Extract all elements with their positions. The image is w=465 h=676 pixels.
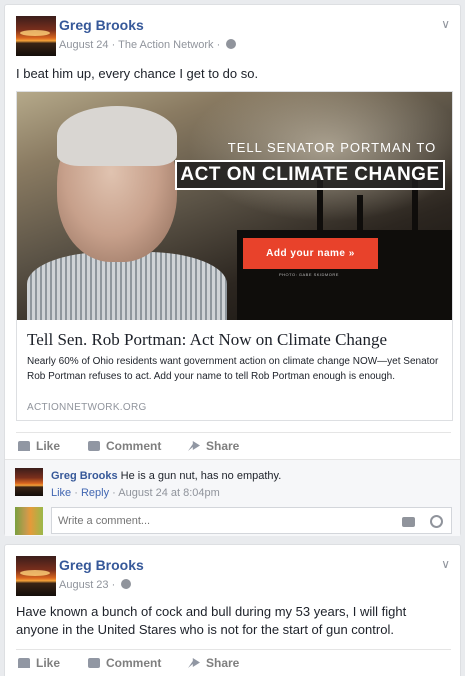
link-domain: ACTIONNETWORK.ORG bbox=[27, 402, 147, 413]
comment-button[interactable]: Comment bbox=[88, 439, 161, 453]
post-meta: August 24 · The Action Network · bbox=[59, 39, 237, 51]
like-button[interactable]: Like bbox=[18, 439, 60, 453]
comment-body: Greg Brooks He is a gun nut, has no empat… bbox=[51, 470, 281, 482]
camera-icon[interactable] bbox=[402, 517, 415, 527]
link-title[interactable]: Tell Sen. Rob Portman: Act Now on Climat… bbox=[27, 330, 387, 350]
like-button[interactable]: Like bbox=[18, 656, 60, 670]
thumbs-up-icon bbox=[18, 441, 30, 451]
author-avatar[interactable] bbox=[16, 16, 56, 56]
speech-bubble-icon bbox=[88, 441, 100, 451]
post-text: Have known a bunch of cock and bull duri… bbox=[16, 604, 407, 637]
banner-title: TELL SENATOR PORTMAN TO bbox=[227, 140, 437, 155]
chevron-down-icon[interactable]: ∨ bbox=[441, 557, 450, 571]
post-date[interactable]: August 24 bbox=[59, 39, 109, 51]
globe-icon bbox=[121, 579, 132, 589]
feed-post: Greg Brooks August 23 · ∨ Have known a b… bbox=[4, 544, 461, 676]
comment-button[interactable]: Comment bbox=[88, 656, 161, 670]
share-arrow-icon bbox=[188, 658, 200, 668]
link-description: Nearly 60% of Ohio residents want govern… bbox=[27, 356, 439, 382]
current-user-avatar bbox=[15, 507, 43, 535]
meta-separator: · bbox=[111, 579, 116, 591]
feed-post: Greg Brooks August 24 · The Action Netwo… bbox=[4, 4, 461, 536]
comment-timestamp[interactable]: August 24 at 8:04pm bbox=[118, 487, 220, 499]
comment-reply-link[interactable]: Reply bbox=[81, 487, 109, 499]
emoji-icon[interactable] bbox=[430, 515, 443, 528]
globe-icon bbox=[226, 39, 237, 49]
link-preview-card[interactable]: TELL SENATOR PORTMAN TO ACT ON CLIMATE C… bbox=[16, 91, 453, 421]
thumbs-up-icon bbox=[18, 658, 30, 668]
post-date[interactable]: August 23 bbox=[59, 579, 109, 591]
comment-author-avatar[interactable] bbox=[15, 468, 43, 496]
portrait-photo bbox=[27, 102, 227, 320]
post-text: I beat him up, every chance I get to do … bbox=[16, 66, 259, 81]
chevron-down-icon[interactable]: ∨ bbox=[441, 17, 450, 31]
post-actions: Like Comment Share bbox=[16, 649, 451, 675]
link-preview-image[interactable]: TELL SENATOR PORTMAN TO ACT ON CLIMATE C… bbox=[17, 92, 452, 320]
meta-separator: · bbox=[111, 39, 116, 51]
share-button[interactable]: Share bbox=[188, 656, 239, 670]
post-author[interactable]: Greg Brooks bbox=[59, 17, 144, 33]
share-button[interactable]: Share bbox=[188, 439, 239, 453]
comment-field[interactable] bbox=[51, 507, 452, 534]
meta-separator: · bbox=[216, 39, 221, 51]
photo-credit: PHOTO: GABE SKIDMORE bbox=[279, 272, 339, 277]
share-arrow-icon bbox=[188, 441, 200, 451]
post-meta: August 23 · bbox=[59, 579, 132, 591]
post-source[interactable]: The Action Network bbox=[118, 39, 213, 51]
post-actions: Like Comment Share bbox=[16, 432, 451, 458]
post-author[interactable]: Greg Brooks bbox=[59, 557, 144, 573]
author-avatar[interactable] bbox=[16, 556, 56, 596]
comment-input[interactable] bbox=[58, 515, 378, 527]
comments-section: Greg Brooks He is a gun nut, has no empat… bbox=[5, 459, 460, 536]
comment-author[interactable]: Greg Brooks bbox=[51, 470, 118, 482]
speech-bubble-icon bbox=[88, 658, 100, 668]
comment-text: He is a gun nut, has no empathy. bbox=[120, 470, 282, 482]
banner-headline: ACT ON CLIMATE CHANGE bbox=[175, 160, 445, 190]
comment-meta: Like · Reply · August 24 at 8:04pm bbox=[51, 487, 220, 499]
comment-like-link[interactable]: Like bbox=[51, 487, 71, 499]
add-your-name-button[interactable]: Add your name » bbox=[243, 238, 378, 269]
